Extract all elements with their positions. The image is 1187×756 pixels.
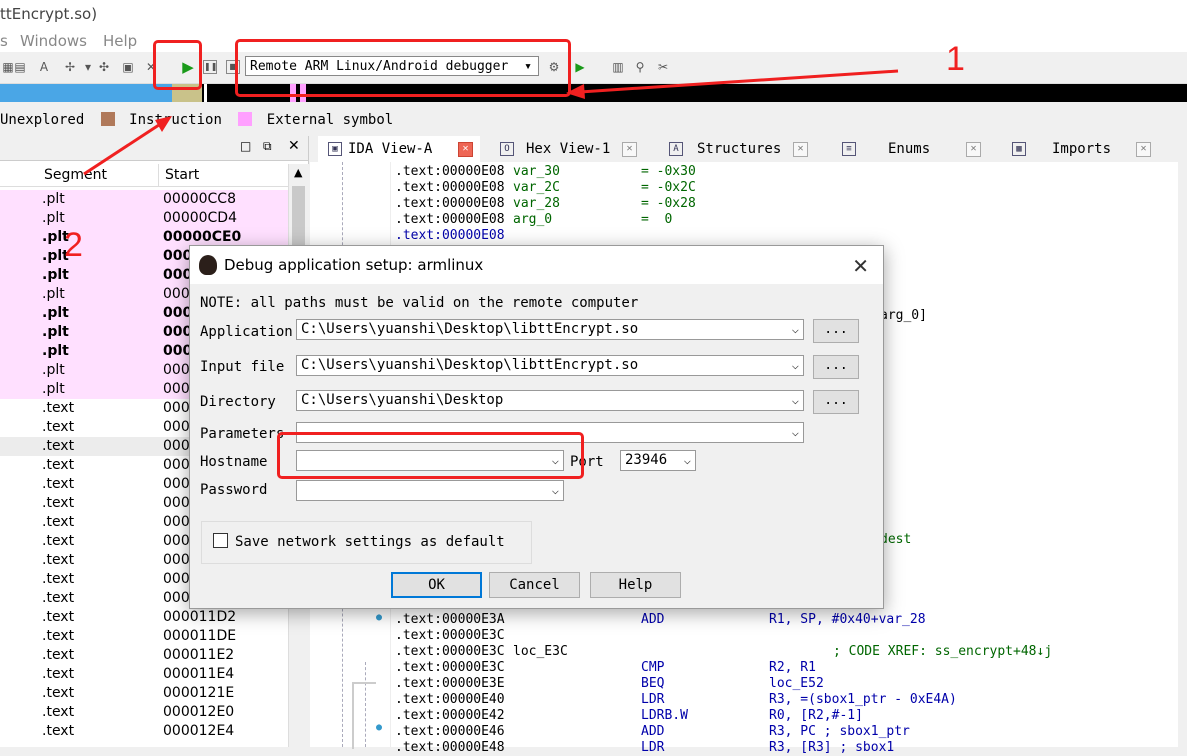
annotation-number-1: 1 <box>946 40 965 78</box>
annotation-arrow-1 <box>579 69 899 94</box>
annotation-arrowhead-2 <box>155 116 172 132</box>
annotation-number-2: 2 <box>64 226 83 264</box>
annotation-arrows <box>83 69 899 176</box>
annotation-arrow-2 <box>83 119 166 176</box>
annotation-arrowhead-1 <box>566 84 585 99</box>
